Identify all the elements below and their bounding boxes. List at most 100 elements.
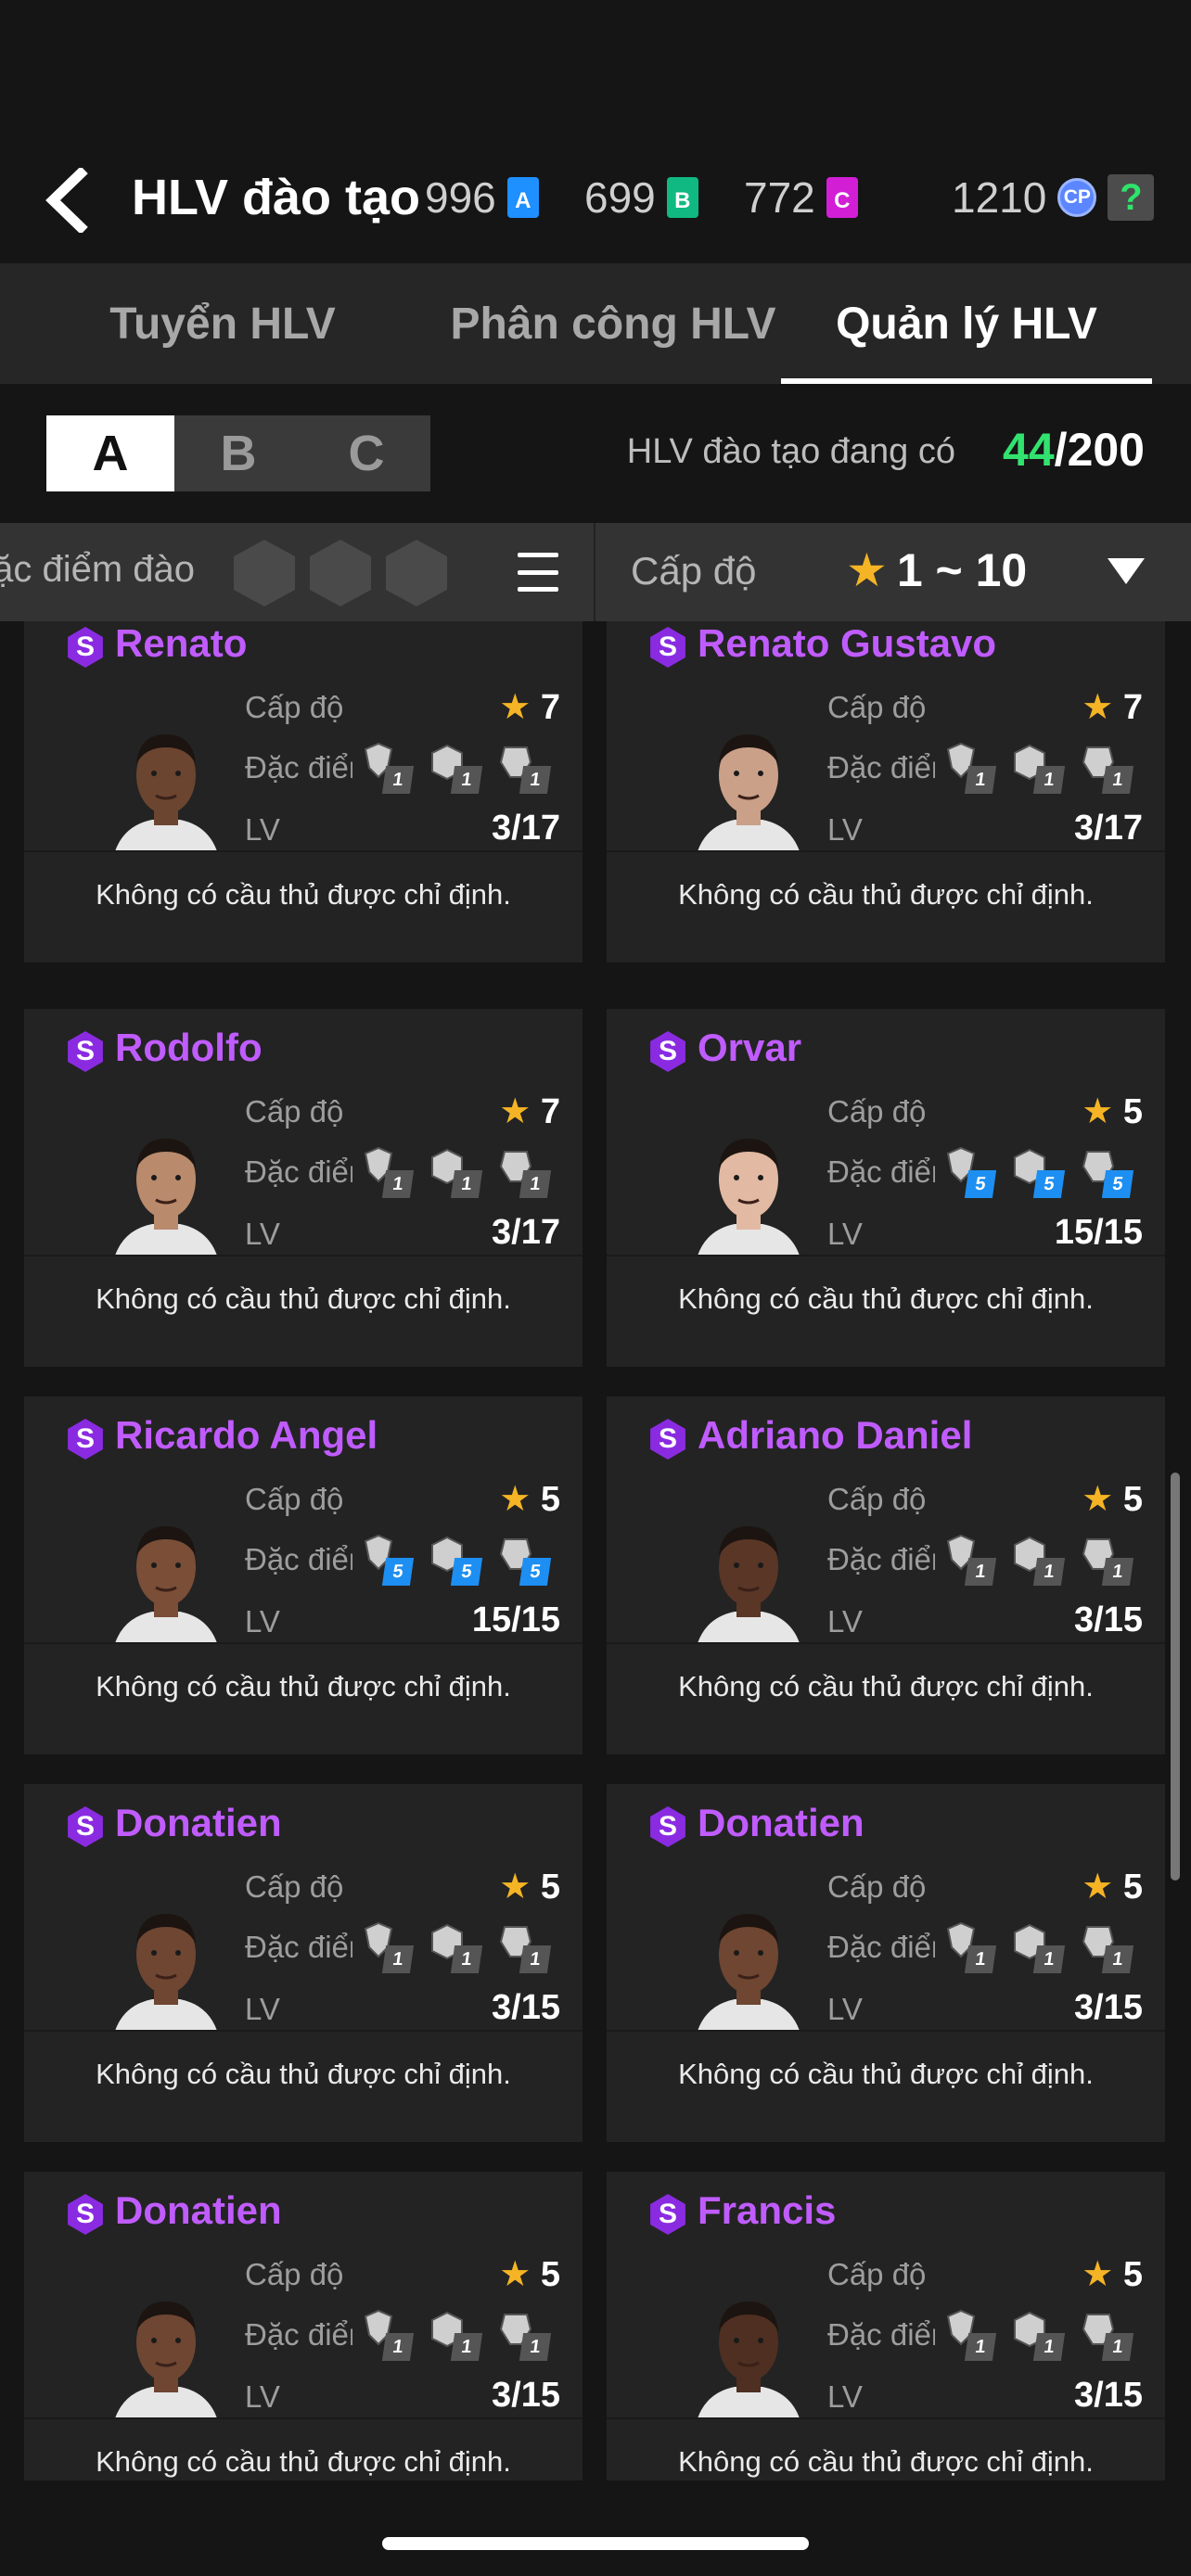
currency-a-value: 996	[425, 173, 496, 222]
trait-filter[interactable]: Đặc điểm đào	[0, 523, 596, 621]
trait-icon[interactable]: 1	[1076, 1532, 1134, 1586]
coach-name: Rodolfo	[115, 1026, 263, 1069]
coach-card[interactable]: S Renato Gustavo Cấp độ ★ 7 Đặc điểm 1	[607, 621, 1165, 963]
star-icon: ★	[499, 1092, 531, 1131]
tab-recruit-coach[interactable]: Tuyển HLV	[0, 263, 445, 384]
divider	[24, 2417, 583, 2419]
trait-slot-2[interactable]	[310, 540, 371, 606]
group-b-button[interactable]: B	[174, 415, 302, 491]
s-rank-badge-icon: S	[650, 1419, 685, 1460]
divider	[24, 1255, 583, 1256]
trait-icon[interactable]: 5	[425, 1532, 483, 1586]
group-a-button[interactable]: A	[46, 415, 174, 491]
trait-icon[interactable]: 1	[425, 740, 483, 794]
trait-icon[interactable]: 1	[1076, 1919, 1134, 1973]
star-icon: ★	[1082, 2255, 1114, 2294]
trait-icon[interactable]: 1	[493, 1919, 552, 1973]
assignment-note: Không có cầu thủ được chỉ định.	[678, 1282, 1094, 1315]
coach-name: Renato Gustavo	[698, 621, 997, 665]
trait-icon[interactable]: 1	[1007, 1919, 1066, 1973]
trait-label: Đặc điểm	[245, 2317, 352, 2352]
coach-star-value: 5	[1122, 1092, 1143, 1131]
group-c-button[interactable]: C	[302, 415, 430, 491]
coach-face-image	[698, 1526, 800, 1643]
trait-icon[interactable]: 1	[1076, 740, 1134, 794]
trait-label: Đặc điểm	[827, 1154, 935, 1189]
coach-stars: ★ 7	[1082, 686, 1143, 728]
trait-slot-1[interactable]	[234, 540, 295, 606]
back-button[interactable]	[37, 165, 96, 236]
tab-assign-coach[interactable]: Phân công HLV	[445, 263, 781, 384]
lv-label: LV	[827, 1217, 863, 1251]
coach-card[interactable]: S Orvar Cấp độ ★ 5 Đặc điểm 5	[607, 1009, 1165, 1367]
level-filter-label: Cấp độ	[631, 549, 757, 593]
coach-traits: 1 1 1	[356, 740, 552, 794]
trait-icon[interactable]: 1	[356, 1144, 415, 1198]
coach-stars: ★ 5	[1082, 2253, 1143, 2295]
trait-icon[interactable]: 1	[1007, 1532, 1066, 1586]
trait-icon[interactable]: 1	[493, 740, 552, 794]
ticket-c-icon: C	[826, 177, 858, 218]
roster-current: 44	[1003, 424, 1055, 476]
menu-icon[interactable]	[518, 553, 558, 592]
star-icon: ★	[499, 2255, 531, 2294]
trait-icon[interactable]: 1	[939, 740, 997, 794]
trait-icon[interactable]: 5	[1076, 1144, 1134, 1198]
trait-icon[interactable]: 1	[1007, 740, 1066, 794]
trait-level: 1	[450, 766, 483, 794]
trait-icon[interactable]: 1	[1007, 2307, 1066, 2361]
trait-icon[interactable]: 1	[356, 1919, 415, 1973]
coach-card[interactable]: S Rodolfo Cấp độ ★ 7 Đặc điểm 1	[24, 1009, 583, 1367]
coach-name: Donatien	[115, 1801, 282, 1844]
s-rank-badge-icon: S	[68, 627, 103, 668]
trait-icon[interactable]: 1	[425, 1144, 483, 1198]
star-icon: ★	[1082, 688, 1114, 727]
coach-name: Ricardo Angel	[115, 1413, 378, 1457]
trait-icon[interactable]: 5	[356, 1532, 415, 1586]
trait-slot-3[interactable]	[386, 540, 447, 606]
trait-level: 1	[964, 766, 997, 794]
level-filter[interactable]: Cấp độ ★ 1 ~ 10	[596, 523, 1191, 621]
help-button[interactable]: ?	[1108, 174, 1155, 221]
coach-lv: 3/15	[1074, 1600, 1143, 1639]
trait-filter-label: Đặc điểm đào	[0, 549, 195, 590]
trait-icon[interactable]: 1	[493, 1144, 552, 1198]
s-rank-badge-icon: S	[650, 1806, 685, 1847]
coach-card[interactable]: S Ricardo Angel Cấp độ ★ 5 Đặc điểm 5	[24, 1396, 583, 1754]
trait-icon[interactable]: 1	[356, 2307, 415, 2361]
divider	[24, 2030, 583, 2032]
roster-count: 44/200	[1003, 423, 1145, 477]
coach-name: Francis	[698, 2188, 837, 2232]
assignment-note: Không có cầu thủ được chỉ định.	[678, 2058, 1094, 2090]
trait-icon[interactable]: 5	[493, 1532, 552, 1586]
trait-label: Đặc điểm	[245, 1542, 352, 1576]
trait-level: 1	[1101, 2333, 1134, 2361]
trait-icon[interactable]: 1	[356, 740, 415, 794]
trait-icon[interactable]: 1	[939, 1532, 997, 1586]
trait-icon[interactable]: 1	[493, 2307, 552, 2361]
coach-portrait	[688, 1901, 809, 2031]
trait-icon[interactable]: 1	[1076, 2307, 1134, 2361]
coach-card[interactable]: S Adriano Daniel Cấp độ ★ 5 Đặc điểm 1	[607, 1396, 1165, 1754]
trait-level: 1	[964, 2333, 997, 2361]
dropdown-arrow-icon[interactable]	[1108, 558, 1145, 584]
trait-icon[interactable]: 1	[425, 2307, 483, 2361]
trait-icon[interactable]: 1	[939, 2307, 997, 2361]
coach-card[interactable]: S Francis Cấp độ ★ 5 Đặc điểm 1	[607, 2172, 1165, 2480]
trait-icon[interactable]: 1	[939, 1919, 997, 1973]
scrollbar[interactable]	[1171, 1473, 1180, 1881]
divider	[24, 850, 583, 852]
s-rank-badge-icon: S	[68, 2194, 103, 2235]
tab-manage-coach[interactable]: Quản lý HLV	[781, 263, 1152, 384]
coach-portrait	[688, 721, 809, 851]
coach-card[interactable]: S Donatien Cấp độ ★ 5 Đặc điểm 1	[607, 1784, 1165, 2142]
trait-label: Đặc điểm	[827, 750, 935, 784]
trait-level: 1	[381, 2333, 415, 2361]
coach-star-value: 7	[540, 1092, 560, 1131]
coach-card[interactable]: S Renato Cấp độ ★ 7 Đặc điểm 1	[24, 621, 583, 963]
trait-icon[interactable]: 1	[425, 1919, 483, 1973]
trait-icon[interactable]: 5	[939, 1144, 997, 1198]
trait-icon[interactable]: 5	[1007, 1144, 1066, 1198]
coach-card[interactable]: S Donatien Cấp độ ★ 5 Đặc điểm 1	[24, 2172, 583, 2480]
coach-card[interactable]: S Donatien Cấp độ ★ 5 Đặc điểm 1	[24, 1784, 583, 2142]
